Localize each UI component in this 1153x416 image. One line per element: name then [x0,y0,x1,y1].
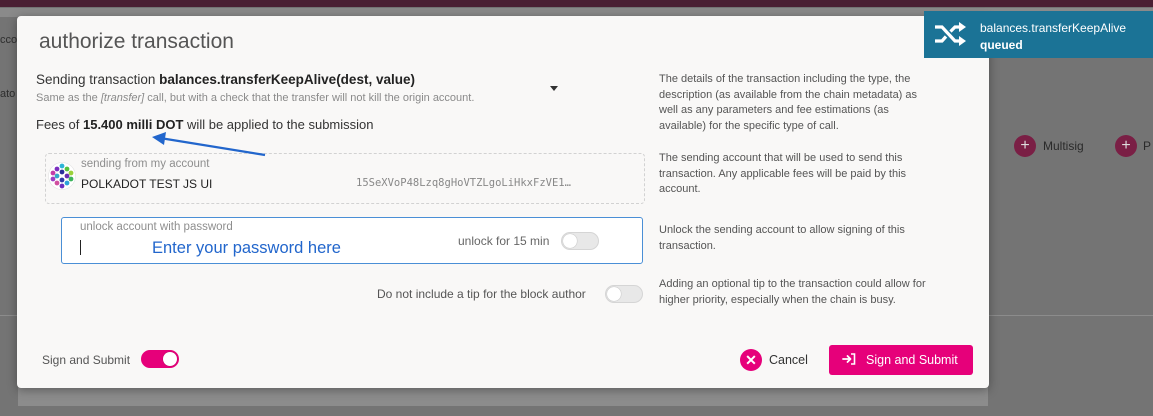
description-after: call, but with a check that the transfer… [147,92,475,104]
authorize-transaction-modal: authorize transaction Sending transactio… [17,16,989,388]
background-panel [18,386,988,406]
tip-toggle[interactable] [605,285,643,303]
multisig-button-label[interactable]: Multisig [1043,139,1084,153]
fees-prefix: Fees of [36,117,80,132]
transaction-summary: Sending transaction balances.transferKee… [36,72,415,87]
tip-toggle-label: Do not include a tip for the block autho… [377,287,586,301]
toast-status: queued [980,38,1023,52]
account-name: POLKADOT TEST JS UI [81,177,213,191]
modal-title: authorize transaction [39,30,234,53]
account-identicon-icon [48,162,76,190]
account-field-label: sending from my account [81,158,210,170]
proxy-add-icon[interactable]: + [1115,135,1137,157]
fees-line: Fees of 15.400 milli DOT will be applied… [36,117,373,132]
expand-details-chevron-icon[interactable] [550,86,558,91]
help-unlock: Unlock the sending account to allow sign… [659,224,905,252]
unlock-duration-label: unlock for 15 min [458,234,550,248]
account-address: 15SeXVoP48Lzq8gHoVTZLgoLiHkxFzVE1… [356,177,571,189]
proxy-button-label[interactable]: P [1143,139,1151,153]
multisig-add-icon[interactable]: + [1014,135,1036,157]
password-field-label: unlock account with password [80,221,233,233]
background-topbar [0,0,1153,7]
status-toast[interactable]: balances.transferKeepAlive queued [924,11,1153,58]
sign-and-submit-button[interactable]: Sign and Submit [829,345,973,375]
cancel-icon[interactable]: ✕ [740,349,762,371]
sign-toggle-label: Sign and Submit [42,353,131,367]
fees-amount: 15.400 milli DOT [82,117,184,132]
background-fragment: ato [0,88,16,100]
sign-and-submit-label: Sign and Submit [866,353,958,367]
fees-suffix: will be applied to the submission [187,117,374,132]
help-account: The sending account that will be used to… [659,152,907,195]
unlock-duration-toggle[interactable] [561,232,599,250]
transaction-prefix: Sending transaction [36,72,156,87]
description-link: [transfer] [100,92,145,104]
password-annotation: Enter your password here [152,239,341,257]
shuffle-icon [935,22,966,46]
help-tip: Adding an optional tip to the transactio… [659,278,926,306]
description-before: Same as the [36,92,98,104]
help-transaction: The details of the transaction including… [659,73,918,132]
toast-title: balances.transferKeepAlive [980,21,1127,35]
transaction-call: balances.transferKeepAlive(dest, value) [159,72,415,87]
cancel-button[interactable]: Cancel [769,353,808,367]
transaction-description: Same as the [transfer] call, but with a … [36,92,474,104]
text-cursor [80,240,81,255]
sign-and-submit-toggle[interactable] [141,350,179,368]
sign-in-icon [842,353,856,365]
